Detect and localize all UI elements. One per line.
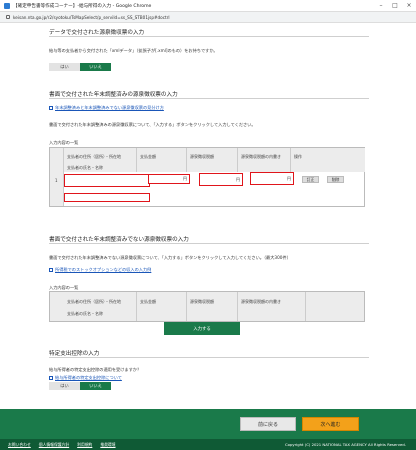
col-payer-name: 支払者の氏名・名称 [67,165,103,170]
stock-option-link-label: 所得税でのストックオプションなどの収入の入力例 [55,267,152,272]
back-button[interactable]: 前に戻る [240,417,296,431]
amount-unit: 円 [183,176,187,181]
deduction-inner-unit: 円 [287,175,291,181]
unadjusted-instruction: 書面で交付された年末調整済みでない源泉徴収票について、「入力する」ボタンをクリッ… [49,255,291,260]
unadj-col-payer-address: 支払者の住所（居所）・所在地 [67,299,121,304]
col-ops: 操作 [294,154,302,159]
data-yes-no-toggle: はい いいえ [49,63,111,71]
site-footer: お問い合わせ 個人情報保護方針 利用規約 推奨環境 Copyright (C) … [0,439,416,450]
deduction-inner-field[interactable]: 円 [250,172,294,185]
unadj-col-payer-name: 支払者の氏名・名称 [67,311,103,316]
payer-address-field[interactable] [64,174,150,187]
stock-option-link[interactable]: 所得税でのストックオプションなどの収入の入力例 [49,267,151,273]
row-number: 1 [55,178,58,183]
col-deduction-inner: 源泉徴収税額の内書き [241,154,281,159]
payer-name-field[interactable] [64,193,150,202]
adjusted-help-link[interactable]: 年末調整済みと年末調整済みでない源泉徴収票の見分け方 [49,105,164,111]
specific-no-button[interactable]: いいえ [80,382,111,390]
section-paper-unadjusted-title: 書面で交付された年末調整済みでない源泉徴収票の入力 [49,237,369,244]
window-title: 【確定申告書等作成コーナー】-給与所得の入力 - Google Chrome [13,3,152,9]
adjusted-help-link-label: 年末調整済みと年末調整済みでない源泉徴収票の見分け方 [55,105,164,110]
section-data-description: 給与等の支払者から交付された「xmlデータ」（拡張子が[.xml]のもの）をお持… [49,48,218,53]
footer-link-contact[interactable]: お問い合わせ [8,442,31,448]
data-no-button[interactable]: いいえ [80,63,111,71]
section-specific-title: 特定支出控除の入力 [49,351,372,358]
next-button[interactable]: 次へ進む [302,417,359,431]
footer-link-terms[interactable]: 利用規約 [77,442,92,448]
specific-help-link-label: 給与所得者の特定支出控除について [55,375,122,380]
minimize-icon[interactable]: – [374,2,388,9]
section-paper-adjusted-title: 書面で交付された年末調整済みの源泉徴収票の入力 [49,92,369,99]
window-titlebar: 【確定申告書等作成コーナー】-給与所得の入力 - Google Chrome –… [0,0,416,12]
amount-field[interactable]: 円 [148,174,190,184]
section-data-title: データで交付された源泉徴収票の入力 [49,30,370,37]
page-main: データで交付された源泉徴収票の入力 給与等の支払者から交付された「xmlデータ」… [0,23,416,409]
specific-help-link[interactable]: 給与所得者の特定支出控除について [49,375,122,381]
input-button[interactable]: 入力する [164,322,240,335]
specific-yes-no-toggle: はい いいえ [49,382,111,390]
col-deduction: 源泉徴収税額 [190,154,214,159]
specific-yes-button[interactable]: はい [49,382,80,390]
address-bar[interactable]: keisan.nta.go.jp/r2/syotoku/TsMapSelect/… [0,12,416,23]
copyright: Copyright (C) 2021 NATIONAL TAX AGENCY A… [284,442,406,447]
lock-icon [6,15,10,19]
adjusted-list-title: 入力内容の一覧 [49,140,79,145]
content-area: データで交付された源泉徴収票の入力 給与等の支払者から交付された「xmlデータ」… [47,23,372,409]
deduction-unit: 円 [236,176,240,182]
unadj-col-deduction: 源泉徴収税額 [190,299,214,304]
edit-button[interactable]: 訂正 [302,176,319,183]
footer-link-privacy[interactable]: 個人情報保護方針 [39,442,69,448]
footer-link-environment[interactable]: 推奨環境 [100,442,115,448]
link-icon [49,268,53,272]
link-icon [49,376,53,380]
unadjusted-table: 支払者の住所（居所）・所在地 支払者の氏名・名称 支払金額 源泉徴収税額 源泉徴… [49,291,365,322]
delete-button[interactable]: 削除 [327,176,344,183]
adjusted-instruction: 書面で交付された年末調整済みの源泉徴収票について、「入力する」ボタンをクリックし… [49,122,256,127]
deduction-field[interactable]: 円 [199,173,243,186]
maximize-icon[interactable]: □ [388,2,402,9]
unadj-col-deduction-inner: 源泉徴収税額の内書き [241,299,281,304]
col-amount: 支払金額 [140,154,156,159]
favicon-icon [4,2,10,9]
specific-description: 給与所得者の特定支出控除の適用を受けますか？ [49,367,142,372]
close-icon[interactable]: × [402,2,416,9]
data-yes-button[interactable]: はい [49,63,80,71]
address-url: keisan.nta.go.jp/r2/syotoku/TsMapSelect/… [13,14,170,20]
link-icon [49,106,53,110]
col-payer-address: 支払者の住所（居所）・所在地 [67,154,121,159]
unadj-col-amount: 支払金額 [140,299,156,304]
